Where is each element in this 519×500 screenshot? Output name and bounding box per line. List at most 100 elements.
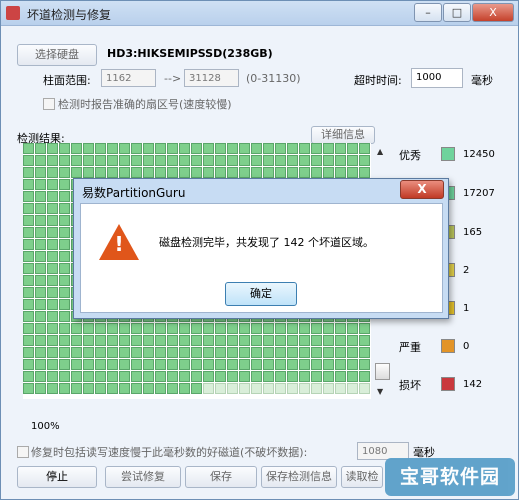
- sector-cell: [215, 155, 226, 166]
- legend-swatch-6: [441, 377, 455, 391]
- sector-cell: [23, 383, 34, 394]
- sector-cell: [35, 263, 46, 274]
- legend-value-2: 165: [463, 227, 483, 238]
- sector-cell: [59, 203, 70, 214]
- sector-cell: [359, 155, 370, 166]
- sector-cell: [23, 227, 34, 238]
- try-repair-button[interactable]: 尝试修复: [105, 466, 181, 488]
- sector-cell: [299, 335, 310, 346]
- range-start-input[interactable]: 1162: [101, 69, 156, 87]
- sector-cell: [179, 167, 190, 178]
- scroll-up-icon[interactable]: ▲: [377, 147, 383, 156]
- sector-cell: [239, 359, 250, 370]
- read-info-button[interactable]: 读取检: [341, 466, 383, 488]
- report-sector-checkbox[interactable]: [43, 98, 55, 110]
- close-button[interactable]: X: [472, 3, 514, 22]
- sector-cell: [335, 323, 346, 334]
- range-end-input[interactable]: 31128: [184, 69, 239, 87]
- sector-cell: [239, 323, 250, 334]
- scroll-thumb[interactable]: [375, 363, 390, 380]
- sector-cell: [275, 167, 286, 178]
- minimize-button[interactable]: –: [414, 3, 442, 22]
- sector-cell: [263, 383, 274, 394]
- sector-cell: [335, 371, 346, 382]
- sector-cell: [107, 347, 118, 358]
- scroll-down-icon[interactable]: ▼: [377, 387, 383, 396]
- sector-cell: [263, 359, 274, 370]
- sector-cell: [59, 239, 70, 250]
- sector-cell: [323, 323, 334, 334]
- sector-cell: [167, 155, 178, 166]
- sector-cell: [47, 371, 58, 382]
- sector-cell: [215, 359, 226, 370]
- sector-cell: [299, 143, 310, 154]
- sector-cell: [359, 359, 370, 370]
- details-button[interactable]: 详细信息: [311, 126, 375, 144]
- dialog-ok-button[interactable]: 确定: [225, 282, 297, 306]
- stop-button[interactable]: 停止: [17, 466, 97, 488]
- sector-cell: [83, 323, 94, 334]
- sector-cell: [335, 383, 346, 394]
- sector-cell: [71, 335, 82, 346]
- sector-cell: [179, 143, 190, 154]
- dialog-close-button[interactable]: X: [400, 180, 444, 199]
- sector-cell: [311, 347, 322, 358]
- sector-cell: [131, 383, 142, 394]
- sector-cell: [23, 203, 34, 214]
- sector-cell: [311, 371, 322, 382]
- sector-cell: [323, 143, 334, 154]
- sector-cell: [263, 143, 274, 154]
- sector-cell: [23, 239, 34, 250]
- sector-cell: [59, 311, 70, 322]
- sector-cell: [23, 143, 34, 154]
- sector-cell: [323, 359, 334, 370]
- save-button[interactable]: 保存: [185, 466, 257, 488]
- sector-cell: [35, 275, 46, 286]
- timeout-input[interactable]: 1000: [411, 68, 463, 88]
- sector-cell: [59, 371, 70, 382]
- sector-cell: [359, 143, 370, 154]
- sector-cell: [119, 155, 130, 166]
- sector-cell: [59, 215, 70, 226]
- sector-cell: [35, 335, 46, 346]
- sector-cell: [107, 383, 118, 394]
- sector-cell: [47, 227, 58, 238]
- sector-cell: [71, 143, 82, 154]
- sector-cell: [215, 143, 226, 154]
- sector-cell: [203, 143, 214, 154]
- sector-cell: [287, 383, 298, 394]
- select-disk-button[interactable]: 选择硬盘: [17, 44, 97, 66]
- repair-slow-checkbox[interactable]: [17, 446, 29, 458]
- sector-cell: [59, 143, 70, 154]
- sector-cell: [47, 299, 58, 310]
- sector-cell: [299, 347, 310, 358]
- sector-cell: [287, 323, 298, 334]
- sector-cell: [119, 167, 130, 178]
- sector-cell: [251, 359, 262, 370]
- sector-cell: [359, 167, 370, 178]
- report-sector-label: 检测时报告准确的扇区号(速度较慢): [58, 98, 232, 111]
- sector-cell: [275, 323, 286, 334]
- save-info-button[interactable]: 保存检测信息: [261, 466, 337, 488]
- sector-cell: [275, 143, 286, 154]
- sector-cell: [311, 155, 322, 166]
- sector-cell: [59, 227, 70, 238]
- sector-cell: [119, 359, 130, 370]
- sector-cell: [167, 143, 178, 154]
- sector-cell: [71, 383, 82, 394]
- dialog-title: 易数PartitionGuru: [82, 186, 186, 200]
- sector-cell: [35, 203, 46, 214]
- sector-cell: [59, 335, 70, 346]
- title-bar: 坏道检测与修复 – □ X: [1, 1, 518, 26]
- sector-cell: [167, 359, 178, 370]
- sector-cell: [179, 335, 190, 346]
- sector-cell: [287, 167, 298, 178]
- sector-cell: [47, 155, 58, 166]
- sector-cell: [35, 227, 46, 238]
- sector-cell: [47, 347, 58, 358]
- maximize-button[interactable]: □: [443, 3, 471, 22]
- sector-cell: [59, 347, 70, 358]
- sector-cell: [107, 167, 118, 178]
- legend-label-0: 优秀: [399, 149, 421, 162]
- sector-cell: [239, 371, 250, 382]
